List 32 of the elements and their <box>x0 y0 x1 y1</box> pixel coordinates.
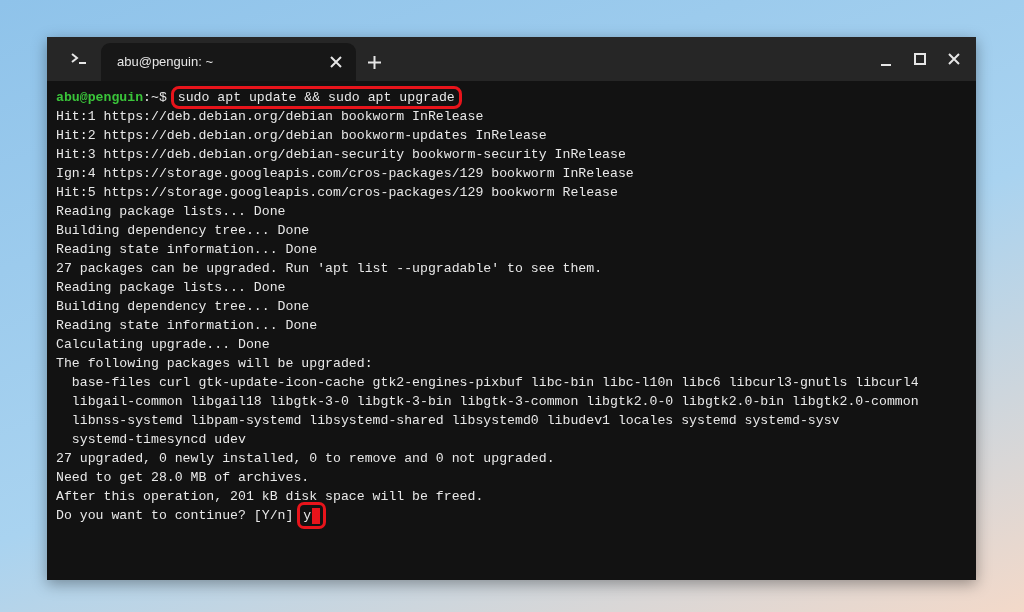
output-line: 27 upgraded, 0 newly installed, 0 to remove and 0 not upgraded. <box>56 450 556 468</box>
output-line: 27 packages can be upgraded. Run 'apt list --upgradable' to see them. <box>56 260 604 278</box>
output-line: Hit:5 https://storage.googleapis.com/cros-packages/129 bookworm Release <box>56 184 619 202</box>
output-line: Reading package lists... Done <box>56 203 287 221</box>
terminal-tab[interactable]: abu@penguin: ~ <box>101 43 356 81</box>
output-line: After this operation, 201 kB disk space will be freed. <box>56 488 485 506</box>
close-tab-button[interactable] <box>330 56 342 68</box>
output-line: Reading state information... Done <box>56 241 319 259</box>
prompt-question: Do you want to continue? [Y/n] <box>56 508 294 523</box>
output-line: Hit:2 https://deb.debian.org/debian bookworm-updates InRelease <box>56 127 548 145</box>
output-line: base-files curl gtk-update-icon-cache gtk2-engines-pixbuf libc-bin libc-l10n libc6 libcurl3-gnutls libcurl4 <box>70 374 920 392</box>
output-line: Hit:3 https://deb.debian.org/debian-security bookworm-security InRelease <box>56 146 627 164</box>
terminal-prompt-icon[interactable] <box>71 53 87 65</box>
close-icon <box>330 56 342 68</box>
output-line: Reading package lists... Done <box>56 279 287 297</box>
output-line: Ign:4 https://storage.googleapis.com/cros-packages/129 bookworm InRelease <box>56 165 635 183</box>
prompt-user: abu@penguin <box>56 90 144 105</box>
output-line: Building dependency tree... Done <box>56 298 311 316</box>
output-line: libgail-common libgail18 libgtk-3-0 libgtk-3-bin libgtk-3-common libgtk2.0-0 libgtk2.0-bin libgtk2.0-common <box>70 393 920 411</box>
maximize-icon <box>913 52 927 66</box>
output-line: Hit:1 https://deb.debian.org/debian bookworm InRelease <box>56 108 485 126</box>
close-icon <box>947 52 961 66</box>
plus-icon <box>367 55 381 69</box>
output-line: Reading state information... Done <box>56 317 319 335</box>
output-line: systemd-timesyncd udev <box>70 431 247 449</box>
output-line: Building dependency tree... Done <box>56 222 311 240</box>
output-line: The following packages will be upgraded: <box>56 355 374 373</box>
output-line: Calculating upgrade... Done <box>56 336 271 354</box>
prompt-path: :~$ <box>143 90 167 105</box>
output-line: libnss-systemd libpam-systemd libsystemd-shared libsystemd0 libudev1 locales systemd systemd-sysv <box>70 412 841 430</box>
output-line: Need to get 28.0 MB of archives. <box>56 469 311 487</box>
minimize-icon <box>881 64 891 66</box>
